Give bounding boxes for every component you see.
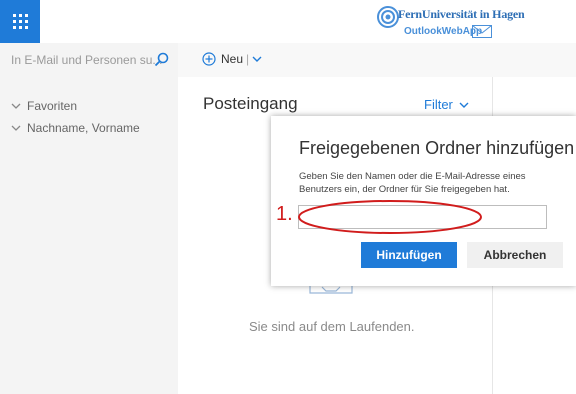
annotation-ellipse-icon	[298, 200, 482, 234]
new-button-label: Neu	[221, 52, 244, 66]
search-icon[interactable]	[154, 52, 169, 67]
chevron-down-icon	[11, 125, 21, 131]
dialog-title: Freigegebenen Ordner hinzufügen	[299, 138, 575, 158]
inbox-title: Posteingang	[203, 94, 298, 113]
mail-envelope-icon	[472, 25, 492, 38]
top-bar: FernUniversität in Hagen OutlookWebApp	[0, 0, 576, 43]
sidebar-item-label: Favoriten	[27, 99, 78, 113]
university-logo: FernUniversität in Hagen OutlookWebApp	[376, 3, 525, 41]
toolbar-separator: |	[246, 52, 250, 66]
add-button[interactable]: Hinzufügen	[361, 242, 457, 268]
logo-university-name: FernUniversität in Hagen	[398, 7, 525, 21]
search-box[interactable]: In E-Mail und Personen su...	[0, 43, 178, 77]
folder-pane: In E-Mail und Personen su... Favoriten N…	[0, 43, 178, 394]
plus-circle-icon	[202, 52, 216, 66]
filter-button[interactable]: Filter	[424, 97, 469, 112]
logo-emblem-icon	[377, 6, 399, 28]
waffle-icon	[12, 14, 28, 29]
empty-inbox-message: Sie sind auf dem Laufenden.	[249, 319, 415, 334]
filter-label: Filter	[424, 97, 453, 112]
dialog-description: Geben Sie den Namen oder die E-Mail-Adre…	[299, 171, 526, 195]
sidebar-item-favorites[interactable]: Favoriten	[11, 99, 77, 113]
chevron-down-icon[interactable]	[252, 56, 262, 62]
cancel-button[interactable]: Abbrechen	[467, 242, 563, 268]
search-input[interactable]: In E-Mail und Personen su...	[11, 53, 162, 67]
command-bar: Neu |	[178, 43, 576, 77]
chevron-down-icon	[11, 103, 21, 109]
annotation-step-number: 1.	[276, 203, 293, 225]
logo-app-name: OutlookWebApp	[404, 26, 483, 37]
sidebar-item-label: Nachname, Vorname	[27, 121, 140, 135]
chevron-down-icon	[459, 102, 469, 108]
new-message-button[interactable]: Neu |	[202, 52, 262, 66]
app-launcher-button[interactable]	[0, 0, 40, 43]
sidebar-item-account[interactable]: Nachname, Vorname	[11, 121, 140, 135]
